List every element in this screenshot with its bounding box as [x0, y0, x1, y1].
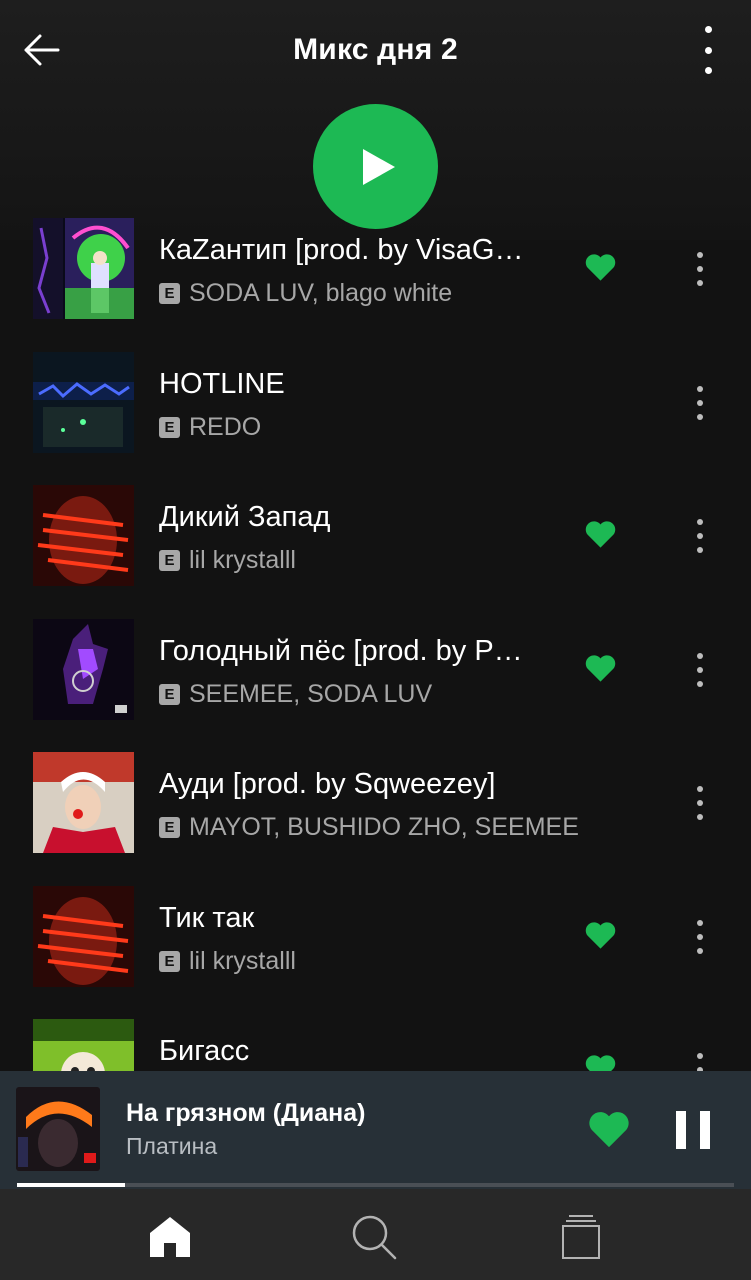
track-artists: SODA LUV, blago white [189, 279, 453, 307]
now-playing-artist: Платина [126, 1133, 218, 1159]
library-icon [562, 1215, 600, 1259]
album-cover [33, 752, 134, 853]
track-list: КаZантип [prod. by VisaG… E SODA LUV, bl… [0, 218, 751, 1071]
track-artists: MAYOT, BUSHIDO ZHO, SEEMEE [189, 813, 579, 841]
playback-progress-bar[interactable] [17, 1183, 734, 1187]
track-title: HOTLINE [159, 367, 285, 400]
track-row[interactable]: Ауди [prod. by Sqweezey] E MAYOT, BUSHID… [0, 752, 751, 886]
track-row[interactable]: Тик так E lil krystalll [0, 885, 751, 1020]
track-menu-button[interactable] [692, 385, 708, 420]
track-title: Голодный пёс [prod. by P… [159, 634, 523, 667]
heart-icon [585, 921, 616, 949]
track-title: Ауди [prod. by Sqweezey] [159, 768, 496, 800]
track-subtitle: E MAYOT, BUSHIDO ZHO, SEEMEE [159, 813, 579, 842]
now-playing-like-button[interactable] [587, 1109, 631, 1149]
explicit-badge: E [159, 817, 180, 838]
track-menu-button[interactable] [692, 1053, 708, 1071]
track-title: Бигасс [159, 1035, 250, 1067]
explicit-badge: E [159, 416, 180, 438]
nav-search[interactable] [344, 1207, 404, 1267]
like-button[interactable] [584, 252, 617, 282]
play-icon [362, 148, 395, 185]
more-vertical-icon [696, 26, 720, 74]
pause-button[interactable] [676, 1111, 710, 1149]
nav-library[interactable] [551, 1207, 611, 1267]
now-playing-cover [16, 1087, 100, 1171]
track-title: Дикий Запад [159, 501, 331, 533]
explicit-badge: E [159, 550, 180, 571]
explicit-badge: E [159, 683, 180, 705]
album-cover [33, 485, 134, 586]
more-vertical-icon [692, 652, 708, 687]
track-artists: lil krystalll [189, 946, 296, 975]
track-row[interactable]: Голодный пёс [prod. by P… E SEEMEE, SODA… [0, 618, 751, 753]
heart-icon [585, 1055, 616, 1071]
track-menu-button[interactable] [692, 786, 708, 820]
track-subtitle: E lil krystalll [159, 947, 296, 976]
mini-player[interactable]: На грязном (Диана) Платина [0, 1071, 751, 1189]
track-row[interactable]: Бигасс E [0, 1019, 751, 1071]
more-vertical-icon [692, 919, 708, 954]
track-subtitle: E SODA LUV, blago white [159, 279, 452, 308]
track-title: КаZантип [prod. by VisaG… [159, 234, 524, 266]
track-title: Тик так [159, 901, 255, 934]
heart-icon [589, 1112, 629, 1148]
track-row[interactable]: Дикий Запад E lil krystalll [0, 485, 751, 619]
more-vertical-icon [692, 252, 708, 286]
home-icon [150, 1217, 190, 1257]
track-subtitle: E REDO [159, 413, 261, 442]
track-artists: REDO [189, 412, 262, 441]
heart-icon [585, 254, 616, 281]
album-cover [33, 618, 134, 720]
album-cover [33, 885, 134, 987]
explicit-badge: E [159, 950, 180, 972]
track-row[interactable]: КаZантип [prod. by VisaG… E SODA LUV, bl… [0, 218, 751, 352]
track-menu-button[interactable] [692, 252, 708, 286]
more-vertical-icon [692, 385, 708, 420]
heart-icon [585, 654, 616, 682]
pause-icon [676, 1111, 686, 1149]
more-vertical-icon [692, 1053, 708, 1071]
track-subtitle: E SEEMEE, SODA LUV [159, 680, 432, 709]
track-row[interactable]: HOTLINE E REDO [0, 351, 751, 486]
track-menu-button[interactable] [692, 652, 708, 687]
like-button[interactable] [584, 519, 617, 549]
like-button[interactable] [584, 653, 617, 683]
heart-icon [585, 521, 616, 548]
more-options-button[interactable] [696, 26, 720, 74]
page-title: Микс дня 2 [293, 33, 458, 66]
more-vertical-icon [692, 786, 708, 820]
album-cover [33, 218, 134, 319]
search-icon [352, 1215, 397, 1260]
album-cover [33, 1019, 134, 1071]
album-cover [33, 351, 134, 453]
track-subtitle: E lil krystalll [159, 546, 296, 575]
playback-progress-fill [17, 1183, 125, 1187]
now-playing-title: На грязном (Диана) [126, 1099, 366, 1127]
more-vertical-icon [692, 519, 708, 553]
track-menu-button[interactable] [692, 919, 708, 954]
track-artists: SEEMEE, SODA LUV [189, 679, 433, 708]
track-menu-button[interactable] [692, 519, 708, 553]
bottom-navigation [0, 1189, 751, 1280]
track-artists: lil krystalll [189, 546, 296, 574]
app-header: Микс дня 2 [0, 0, 751, 100]
play-button[interactable] [313, 104, 438, 229]
explicit-badge: E [159, 283, 180, 304]
nav-home[interactable] [140, 1207, 200, 1267]
like-button[interactable] [584, 920, 617, 950]
like-button[interactable] [584, 1053, 617, 1071]
